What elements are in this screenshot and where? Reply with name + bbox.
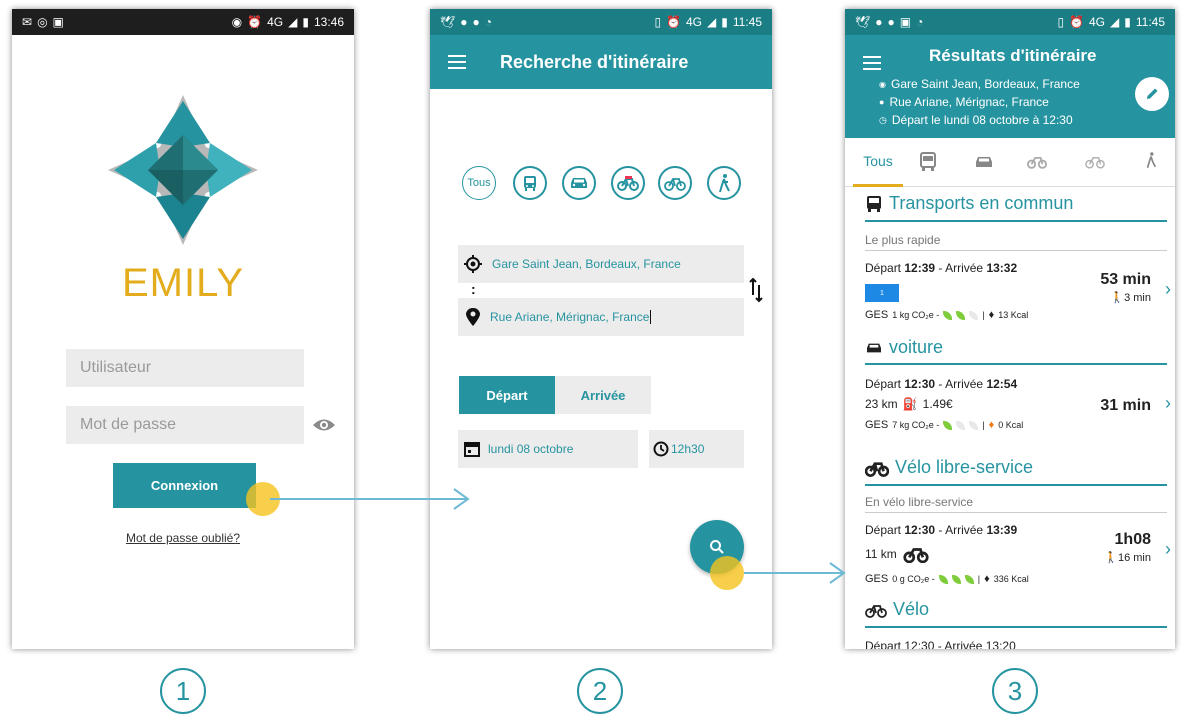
step-number: 2 [592,675,608,706]
step-number: 1 [175,675,191,706]
step-marker-2: 2 [577,668,623,714]
step-number: 3 [1007,675,1023,706]
step-marker-1: 1 [160,668,206,714]
step-marker-3: 3 [992,668,1038,714]
flow-arrows [270,488,846,584]
